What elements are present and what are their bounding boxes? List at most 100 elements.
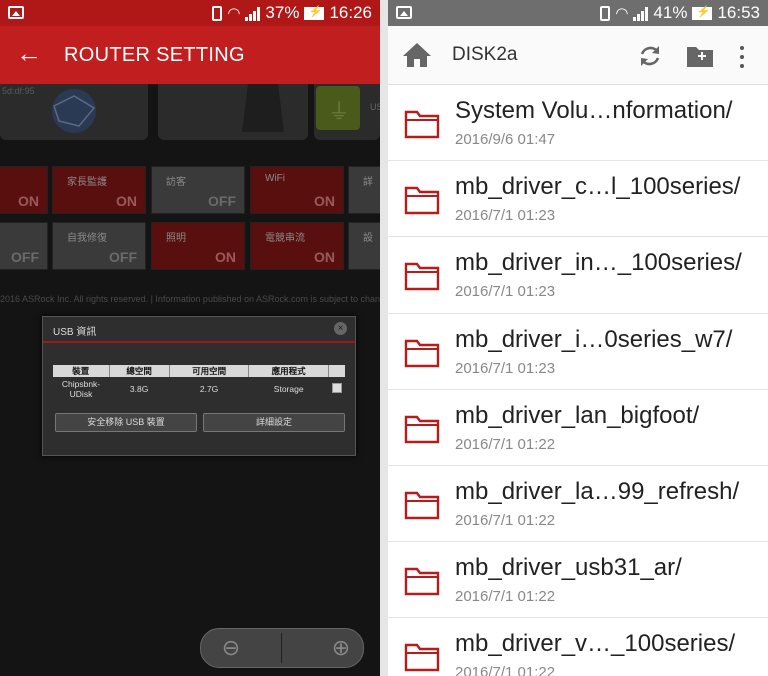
list-item[interactable]: mb_driver_i…0series_w7/ 2016/7/1 01:23 xyxy=(388,314,768,390)
application: Storage xyxy=(273,384,304,394)
mac-address: 5d:df:95 xyxy=(2,86,35,96)
battery-charging-icon xyxy=(304,5,325,20)
file-date: 2016/7/1 01:22 xyxy=(455,435,556,453)
page-title: ROUTER SETTING xyxy=(64,44,245,66)
router-device-icon xyxy=(242,84,284,132)
total-space: 3.8G xyxy=(129,384,149,394)
image-notification-icon xyxy=(8,6,24,19)
clock: 16:53 xyxy=(717,3,760,22)
file-date: 2016/9/6 01:47 xyxy=(455,131,556,148)
file-date: 2016/7/1 01:23 xyxy=(455,359,556,377)
router-app-pane: ◠ 37% 16:26 ← ROUTER SETTING 5d:df:95 ⏚ xyxy=(0,0,380,676)
dialog-title: USB 資訊 xyxy=(53,327,97,338)
device-name: Chipsbnk-UDisk xyxy=(61,379,101,399)
file-name: mb_driver_v…_100series/ xyxy=(455,630,736,658)
tile-parental-control[interactable]: 家長監護 ON xyxy=(52,166,146,214)
battery-charging-icon xyxy=(692,5,713,20)
column-header: 裝置 xyxy=(53,365,110,377)
folder-icon xyxy=(404,186,440,215)
wifi-icon: ◠ xyxy=(227,5,241,22)
refresh-icon[interactable] xyxy=(636,42,664,70)
signal-icon xyxy=(633,6,649,21)
usb-card[interactable]: ⏚ US xyxy=(314,84,380,140)
safely-remove-usb-button[interactable]: 安全移除 USB 裝置 xyxy=(55,413,197,432)
file-date: 2016/7/1 01:22 xyxy=(455,588,556,606)
file-date: 2016/7/1 01:23 xyxy=(455,283,556,301)
back-arrow-icon[interactable]: ← xyxy=(16,40,42,66)
tile-gaming-stream[interactable]: 電競串流 ON xyxy=(250,222,344,270)
list-item[interactable]: mb_driver_in…_100series/ 2016/7/1 01:23 xyxy=(388,237,768,314)
folder-icon xyxy=(404,567,440,596)
list-item[interactable]: mb_driver_v…_100series/ 2016/7/1 01:22 xyxy=(388,618,768,676)
tile-guest[interactable]: 訪客 OFF xyxy=(151,166,245,214)
close-icon[interactable]: × xyxy=(334,322,347,335)
folder-icon xyxy=(404,339,440,367)
folder-icon xyxy=(404,644,440,672)
column-header: 應用程式 xyxy=(248,365,329,377)
tile-0[interactable]: ON xyxy=(0,166,48,214)
image-notification-icon xyxy=(396,6,412,19)
wifi-icon: ◠ xyxy=(615,5,629,22)
overflow-menu-icon[interactable] xyxy=(736,44,748,68)
list-item[interactable]: System Volu…nformation/ 2016/9/6 01:47 xyxy=(388,85,768,162)
list-item[interactable]: mb_driver_usb31_ar/ 2016/7/1 01:22 xyxy=(388,542,768,619)
file-name: mb_driver_in…_100series/ xyxy=(455,249,742,277)
file-manager-pane: ◠ 41% 16:53 DISK2a System Volu…nformatio… xyxy=(388,0,768,676)
zoom-controls: ⊖ ⊕ xyxy=(200,628,364,668)
new-folder-icon[interactable] xyxy=(686,43,714,69)
tile-lighting[interactable]: 照明 ON xyxy=(151,222,245,270)
column-header-select xyxy=(328,365,345,377)
network-globe-icon xyxy=(52,89,96,133)
device-checkbox[interactable] xyxy=(331,383,342,393)
dialog-header: USB 資訊 × xyxy=(43,317,355,343)
table-row: Chipsbnk-UDisk 3.8G 2.7G Storage xyxy=(53,377,345,401)
usb-card-label: US xyxy=(370,102,380,112)
folder-icon xyxy=(404,110,440,139)
list-item[interactable]: mb_driver_lan_bigfoot/ 2016/7/1 01:22 xyxy=(388,390,768,466)
status-bar: ◠ 37% 16:26 xyxy=(0,0,380,26)
file-name: mb_driver_c…l_100series/ xyxy=(455,173,741,201)
home-icon[interactable] xyxy=(402,42,432,68)
list-item[interactable]: mb_driver_la…99_refresh/ 2016/7/1 01:22 xyxy=(388,466,768,543)
tile-5[interactable]: OFF xyxy=(0,222,48,270)
network-map-card[interactable]: 5d:df:95 xyxy=(0,84,148,140)
file-date: 2016/7/1 01:22 xyxy=(455,664,556,676)
usb-table: 裝置 總空間 可用空間 應用程式 Chipsbnk-UDisk 3.8G 2.7… xyxy=(53,365,345,401)
file-name: mb_driver_la…99_refresh/ xyxy=(455,477,740,505)
copyright-text: 2016 ASRock Inc. All rights reserved. | … xyxy=(0,294,380,304)
vibrate-icon xyxy=(212,5,223,21)
battery-percent: 37% xyxy=(265,3,300,22)
app-bar: ← ROUTER SETTING xyxy=(0,26,380,84)
file-date: 2016/7/1 01:22 xyxy=(455,511,556,529)
status-bar: ◠ 41% 16:53 xyxy=(388,0,768,26)
battery-percent: 41% xyxy=(653,3,688,22)
file-name: mb_driver_i…0series_w7/ xyxy=(455,325,733,353)
split-divider xyxy=(380,0,388,676)
tile-settings[interactable]: 設 xyxy=(348,222,380,270)
file-name: mb_driver_usb31_ar/ xyxy=(455,554,682,582)
folder-icon xyxy=(404,491,440,520)
file-name: System Volu…nformation/ xyxy=(455,97,733,124)
file-name: mb_driver_lan_bigfoot/ xyxy=(455,401,700,429)
folder-icon xyxy=(404,263,440,291)
column-header: 可用空間 xyxy=(169,365,250,377)
vibrate-icon xyxy=(600,5,611,21)
tile-details[interactable]: 詳 xyxy=(348,166,380,214)
zoom-in-icon[interactable]: ⊕ xyxy=(327,634,355,662)
app-bar: DISK2a xyxy=(388,26,768,85)
tile-wifi[interactable]: WiFi ON xyxy=(250,166,344,214)
file-list: System Volu…nformation/ 2016/9/6 01:47 m… xyxy=(388,85,768,676)
signal-icon xyxy=(245,6,261,21)
file-date: 2016/7/1 01:23 xyxy=(455,207,556,225)
router-device-card[interactable] xyxy=(158,84,308,140)
zoom-out-icon[interactable]: ⊖ xyxy=(217,634,245,662)
list-item[interactable]: mb_driver_c…l_100series/ 2016/7/1 01:23 xyxy=(388,161,768,238)
tile-self-repair[interactable]: 自我修復 OFF xyxy=(52,222,146,270)
usb-icon: ⏚ xyxy=(316,86,360,130)
detail-settings-button[interactable]: 詳細設定 xyxy=(203,413,345,432)
free-space: 2.7G xyxy=(199,384,219,394)
clock: 16:26 xyxy=(329,3,372,22)
folder-title: DISK2a xyxy=(452,44,518,65)
folder-icon xyxy=(404,415,440,443)
usb-info-dialog: USB 資訊 × 裝置 總空間 可用空間 應用程式 Chipsbnk-UDisk… xyxy=(42,316,356,456)
